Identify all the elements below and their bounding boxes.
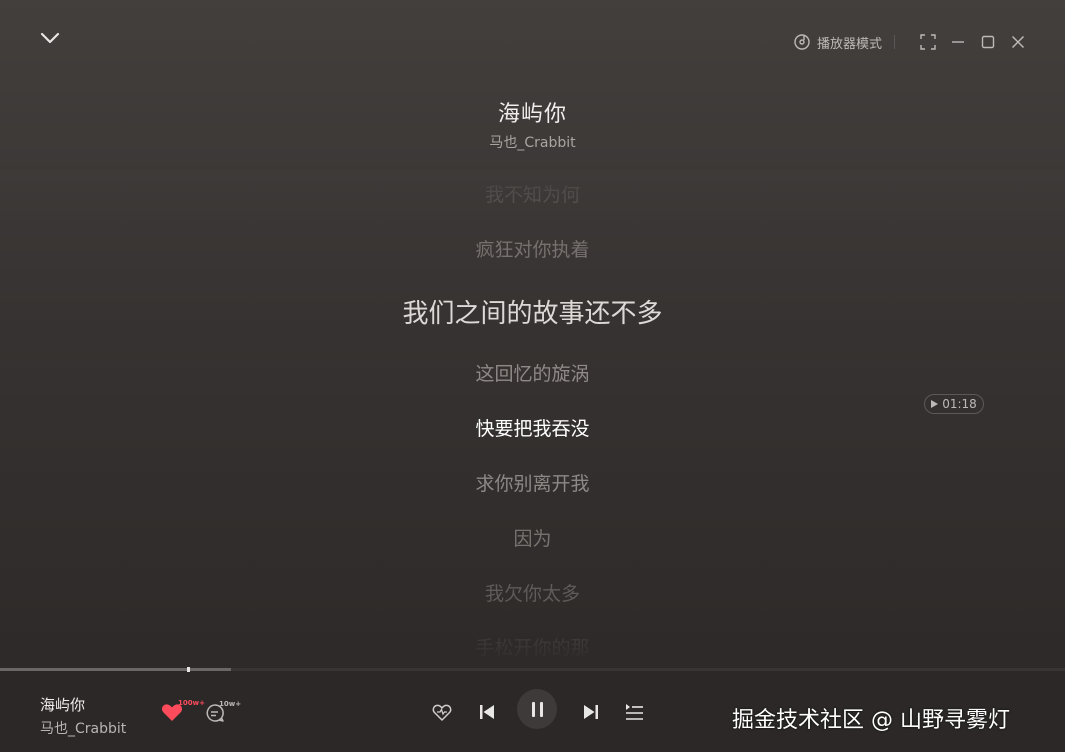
now-playing-title[interactable]: 海屿你	[40, 694, 85, 715]
fullscreen-button[interactable]	[917, 31, 939, 53]
progress-bar[interactable]	[0, 667, 1065, 672]
lyric-line[interactable]: 这回忆的旋涡	[0, 359, 1065, 386]
play-small-icon	[931, 400, 939, 408]
minimize-button[interactable]	[947, 31, 969, 53]
close-icon	[1011, 35, 1025, 49]
bottom-player-bar: 海屿你 马也_Crabbit 100w+ 10w+ 掘金技术社区 @ 山野寻雾灯	[0, 667, 1065, 752]
now-playing-artist[interactable]: 马也_Crabbit	[40, 718, 126, 738]
minimize-icon	[952, 41, 964, 43]
fullscreen-icon	[920, 34, 936, 50]
lyric-line-current[interactable]: 我们之间的故事还不多	[0, 293, 1065, 330]
like-count: 100w+	[178, 699, 205, 707]
previous-track-button[interactable]	[475, 700, 499, 724]
seek-time: 01:18	[942, 397, 977, 411]
top-bar: 播放器模式	[0, 0, 1065, 80]
lyric-line[interactable]: 我欠你太多	[0, 579, 1065, 606]
heartbeat-icon	[432, 704, 452, 721]
progress-handle[interactable]	[187, 667, 190, 672]
song-artist[interactable]: 马也_Crabbit	[0, 132, 1065, 152]
pause-button[interactable]	[517, 689, 557, 729]
previous-icon	[480, 705, 494, 719]
seek-to-lyric-button[interactable]: 01:18	[924, 394, 984, 414]
maximize-button[interactable]	[977, 31, 999, 53]
playlist-icon	[626, 704, 643, 720]
heartbeat-mode-button[interactable]	[430, 700, 454, 724]
lyric-line[interactable]: 疯狂对你执着	[0, 235, 1065, 262]
pause-icon	[531, 701, 535, 717]
lyric-line[interactable]: 因为	[0, 524, 1065, 551]
lyrics-panel[interactable]: 我不知为何 疯狂对你执着 我们之间的故事还不多 这回忆的旋涡 快要把我吞没 求你…	[0, 170, 1065, 660]
lyric-line[interactable]: 求你别离开我	[0, 469, 1065, 496]
maximize-icon	[981, 35, 995, 49]
collapse-player-button[interactable]	[36, 26, 64, 50]
song-title: 海屿你	[497, 102, 567, 127]
chevron-down-icon	[40, 32, 60, 44]
lyric-line-hovered[interactable]: 快要把我吞没	[0, 414, 1065, 441]
disc-icon	[794, 34, 810, 50]
watermark-text: 掘金技术社区 @ 山野寻雾灯	[732, 708, 1010, 733]
comment-count: 10w+	[219, 700, 242, 708]
playlist-button[interactable]	[622, 700, 646, 724]
next-track-button[interactable]	[579, 700, 603, 724]
close-button[interactable]	[1007, 31, 1029, 53]
lyric-line[interactable]: 手松开你的那	[0, 633, 1065, 660]
lyric-line[interactable]: 我不知为何	[0, 180, 1065, 207]
window-controls: 播放器模式	[793, 30, 1029, 54]
next-icon	[584, 705, 598, 719]
player-mode-label: 播放器模式	[816, 36, 882, 52]
divider	[894, 35, 895, 49]
progress-fill	[0, 668, 231, 671]
player-mode-button[interactable]: 播放器模式	[793, 33, 882, 52]
